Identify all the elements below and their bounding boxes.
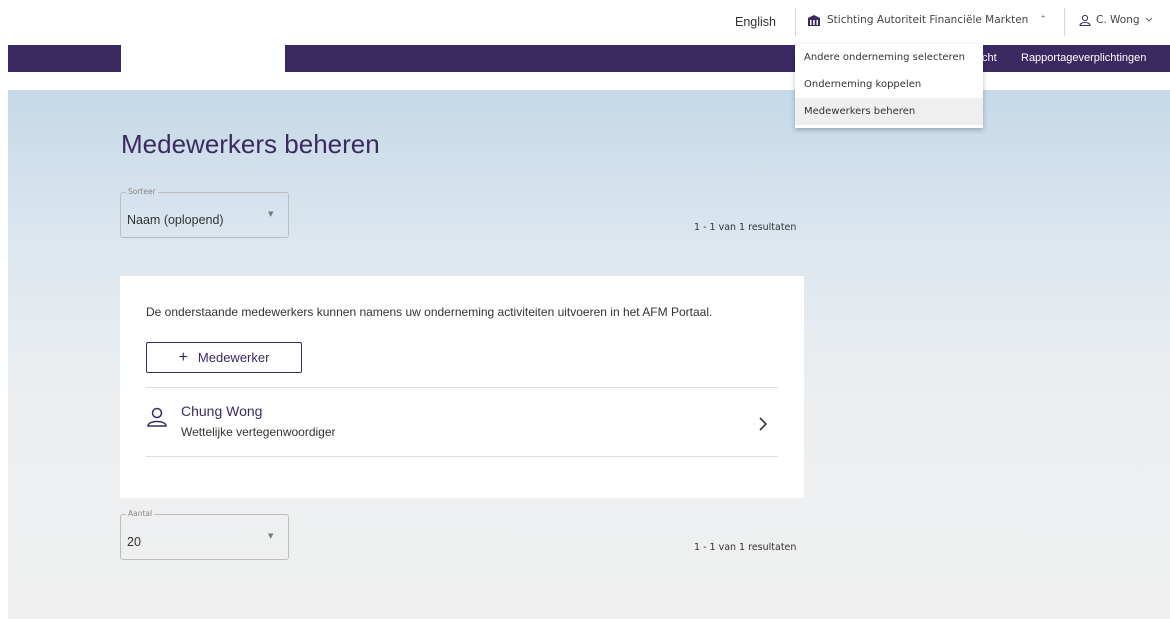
chevron-up-icon: ⌃ [1039, 15, 1047, 25]
page-size-select[interactable]: Aantal 20 ▼ [120, 509, 289, 560]
sort-select[interactable]: Sorteer Naam (oplopend) ▼ [120, 187, 289, 238]
nav-bar-left [8, 45, 121, 72]
caret-down-icon: ▼ [268, 532, 274, 540]
page-size-value: 20 [127, 535, 141, 549]
intro-text: De onderstaande medewerkers kunnen namen… [146, 305, 713, 319]
employee-name: Chung Wong [181, 403, 263, 419]
nav-item-overzicht[interactable]: cht [982, 52, 997, 64]
employees-card: De onderstaande medewerkers kunnen namen… [120, 276, 804, 498]
user-menu[interactable]: C. Wong [1079, 14, 1153, 26]
organization-dropdown: Andere onderneming selecteren Ondernemin… [795, 44, 983, 128]
menu-item-manage-employees[interactable]: Medewerkers beheren [795, 98, 983, 125]
divider [1064, 8, 1065, 36]
results-count-top: 1 - 1 van 1 resultaten [694, 222, 797, 233]
chevron-down-icon [1145, 17, 1152, 22]
page-title: Medewerkers beheren [121, 129, 380, 159]
employee-role: Wettelijke vertegenwoordiger [181, 425, 336, 439]
organization-menu[interactable]: Stichting Autoriteit Financiële Markten … [808, 14, 1047, 26]
chevron-right-icon [759, 417, 768, 431]
organization-name: Stichting Autoriteit Financiële Markten [827, 14, 1029, 26]
sort-value: Naam (oplopend) [127, 213, 224, 227]
menu-item-select-company[interactable]: Andere onderneming selecteren [795, 44, 983, 71]
user-icon [1079, 14, 1091, 26]
page-size-legend: Aantal [126, 509, 155, 518]
plus-icon: + [178, 348, 188, 366]
building-icon [808, 14, 820, 26]
list-item[interactable]: Chung Wong Wettelijke vertegenwoordiger [146, 388, 778, 456]
caret-down-icon: ▼ [268, 210, 274, 218]
nav-item-rapportageverplichtingen[interactable]: Rapportageverplichtingen [1021, 52, 1146, 64]
sort-legend: Sorteer [126, 187, 158, 196]
language-switch[interactable]: English [735, 15, 776, 29]
divider [795, 8, 796, 36]
menu-item-link-company[interactable]: Onderneming koppelen [795, 71, 983, 98]
person-icon [147, 407, 167, 427]
user-name: C. Wong [1096, 14, 1140, 26]
results-count-bottom: 1 - 1 van 1 resultaten [694, 542, 797, 553]
add-employee-label: Medewerker [197, 350, 270, 365]
add-employee-button[interactable]: + Medewerker [146, 342, 302, 373]
divider [146, 456, 778, 457]
